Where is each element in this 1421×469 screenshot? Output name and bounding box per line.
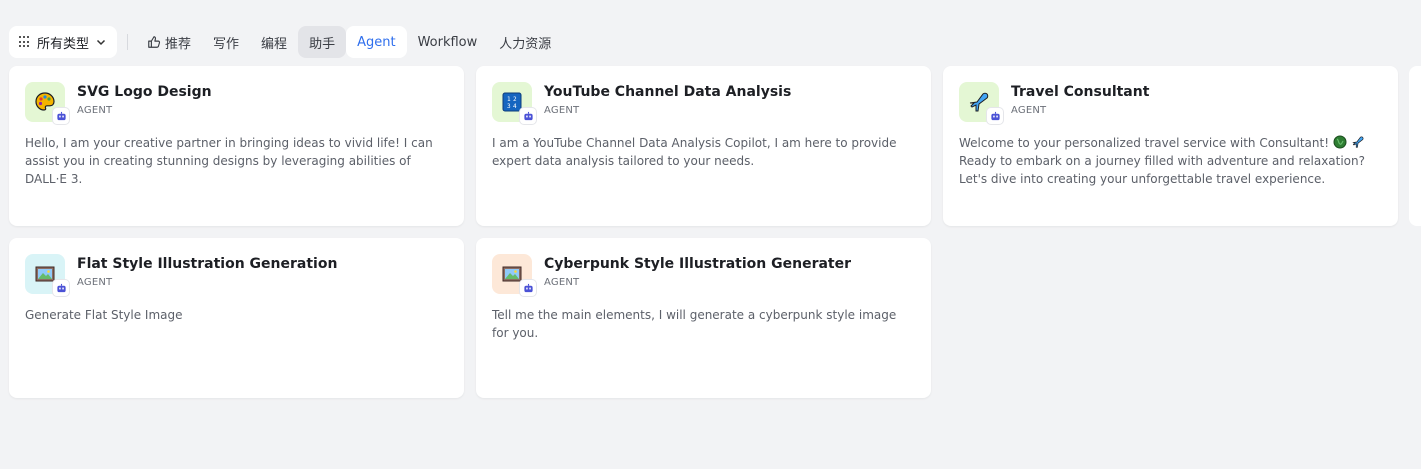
bot-badge xyxy=(520,280,536,296)
tab-programming[interactable]: 编程 xyxy=(250,26,298,58)
agent-card-partial[interactable] xyxy=(1409,66,1421,226)
tab-label: 人力资源 xyxy=(499,36,552,52)
card-title: Cyberpunk Style Illustration Generater xyxy=(544,256,852,272)
bot-icon xyxy=(523,283,533,292)
bot-icon xyxy=(56,283,66,292)
bot-icon xyxy=(523,111,533,120)
card-description: I am a YouTube Channel Data Analysis Cop… xyxy=(492,136,897,168)
card-type-label: AGENT xyxy=(77,277,113,288)
svg-text:3: 3 xyxy=(507,103,511,110)
tab-label: Workflow xyxy=(417,34,478,50)
bot-badge xyxy=(987,108,1003,124)
description-line: Welcome to your personalized travel serv… xyxy=(959,136,1330,150)
card-type-label: AGENT xyxy=(77,105,113,116)
bot-badge xyxy=(53,108,69,124)
card-title: Travel Consultant xyxy=(1011,84,1150,100)
card-title: YouTube Channel Data Analysis xyxy=(544,84,792,100)
globe-icon xyxy=(1333,135,1347,149)
agent-card[interactable]: Travel Consultant AGENT Welcome to your … xyxy=(943,66,1398,226)
agent-card[interactable]: Cyberpunk Style Illustration Generater A… xyxy=(476,238,931,398)
agent-card[interactable]: 1 2 3 4 YouTube Channel Data Analysis AG… xyxy=(476,66,931,226)
type-filter-label: 所有类型 xyxy=(37,36,90,52)
card-title: SVG Logo Design xyxy=(77,84,212,100)
card-description: Tell me the main elements, I will genera… xyxy=(492,308,897,340)
bot-icon xyxy=(56,111,66,120)
category-toolbar: 所有类型 推荐 写作 编程 助手 Agent Workflow 人力资源 xyxy=(9,26,562,58)
chevron-down-icon xyxy=(96,39,106,46)
bot-icon xyxy=(990,111,1000,120)
agent-card[interactable]: Flat Style Illustration Generation AGENT… xyxy=(9,238,464,398)
card-type-label: AGENT xyxy=(544,277,580,288)
description-line: Ready to embark on a journey filled with… xyxy=(959,154,1366,186)
agent-card[interactable]: SVG Logo Design AGENT Hello, I am your c… xyxy=(9,66,464,226)
card-description: Hello, I am your creative partner in bri… xyxy=(25,136,433,186)
svg-text:1: 1 xyxy=(507,96,511,103)
tab-workflow[interactable]: Workflow xyxy=(407,26,489,58)
airplane-icon xyxy=(1352,136,1364,148)
tab-hr[interactable]: 人力资源 xyxy=(488,26,562,58)
svg-text:2: 2 xyxy=(513,96,517,103)
card-description: Welcome to your personalized travel serv… xyxy=(959,134,1382,188)
bot-badge xyxy=(520,108,536,124)
tab-label: Agent xyxy=(357,34,396,50)
type-filter-dropdown[interactable]: 所有类型 xyxy=(9,26,118,58)
tab-label: 助手 xyxy=(309,36,336,52)
card-type-label: AGENT xyxy=(1011,105,1047,116)
toolbar-divider xyxy=(127,34,129,50)
bot-badge xyxy=(53,280,69,296)
tab-agent[interactable]: Agent xyxy=(346,26,407,58)
tab-label: 编程 xyxy=(261,36,288,52)
card-description: Generate Flat Style Image xyxy=(25,308,183,322)
tab-writing[interactable]: 写作 xyxy=(202,26,250,58)
thumbs-up-icon xyxy=(148,36,161,48)
card-title: Flat Style Illustration Generation xyxy=(77,256,338,272)
tab-recommended[interactable]: 推荐 xyxy=(136,26,202,58)
tab-assistant[interactable]: 助手 xyxy=(298,26,347,58)
svg-text:4: 4 xyxy=(513,103,517,110)
grid-icon xyxy=(19,36,31,48)
tab-label: 推荐 xyxy=(165,36,192,52)
tab-label: 写作 xyxy=(213,36,240,52)
card-type-label: AGENT xyxy=(544,105,580,116)
